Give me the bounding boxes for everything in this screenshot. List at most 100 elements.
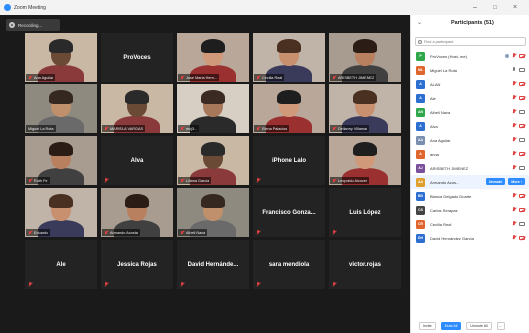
participant-hair bbox=[49, 194, 73, 208]
mic-icon bbox=[512, 67, 516, 72]
participant-row[interactable]: P ProVoces (Host, me) bbox=[411, 49, 529, 63]
video-tile[interactable]: Francisco Gonza... bbox=[253, 188, 325, 237]
participants-title: Participants (51) bbox=[451, 20, 494, 26]
participant-name: Ruth Fe bbox=[34, 178, 48, 183]
video-tile[interactable]: Cecilia Real bbox=[253, 33, 325, 82]
recording-indicator[interactable]: Recording... bbox=[6, 19, 60, 31]
video-tile[interactable]: Elena Palacios bbox=[253, 84, 325, 133]
mic-muted-icon bbox=[512, 53, 516, 58]
video-tile[interactable]: Eduardo bbox=[25, 188, 97, 237]
participant-hair bbox=[49, 90, 73, 104]
participant-row[interactable]: AN Alheli Nava bbox=[411, 105, 529, 119]
video-tile[interactable]: Armando Acosta bbox=[101, 188, 173, 237]
participant-row[interactable]: ML Miguel La Rota bbox=[411, 63, 529, 77]
camera-off-icon bbox=[519, 53, 525, 58]
collapse-chevron-icon[interactable]: ⌄ bbox=[417, 19, 422, 26]
more-options-button[interactable]: ... bbox=[496, 322, 505, 330]
video-tile[interactable]: MARIELA VARGAS bbox=[101, 84, 173, 133]
participant-row[interactable]: CR Cecilia Real bbox=[411, 217, 529, 231]
video-tile[interactable]: ProVoces bbox=[101, 33, 173, 82]
video-tile[interactable]: Jessica Rojas bbox=[101, 240, 173, 289]
video-tile[interactable]: Jose Maria Hern... bbox=[177, 33, 249, 82]
name-tag: MARIELA VARGAS bbox=[102, 125, 146, 132]
avatar: A bbox=[416, 149, 425, 159]
avatar: AA bbox=[416, 177, 425, 187]
camera-off-icon bbox=[519, 123, 525, 128]
participant-row[interactable]: BD Blanca Delgado Duarte bbox=[411, 189, 529, 203]
participant-name: Cecilia Real bbox=[262, 75, 283, 80]
video-tile[interactable]: sara mendiola bbox=[253, 240, 325, 289]
unmute-all-button[interactable]: Unmute All bbox=[466, 322, 492, 330]
participant-list-name: Blanca Delgado Duarte bbox=[430, 193, 472, 199]
participant-row[interactable]: CS Carlos Serapaz bbox=[411, 203, 529, 217]
close-button[interactable]: × bbox=[508, 0, 522, 15]
participant-list-name: Ana Aguilar bbox=[430, 137, 451, 143]
participant-name: Dellanny Villamar bbox=[338, 126, 368, 131]
participant-name: Jose Maria Hern... bbox=[186, 75, 218, 80]
participant-search-input[interactable] bbox=[424, 39, 524, 44]
avatar: A bbox=[416, 121, 425, 131]
participant-status bbox=[512, 221, 525, 226]
maximize-button[interactable]: □ bbox=[488, 0, 502, 15]
avatar: AN bbox=[416, 107, 425, 117]
mic-muted-icon bbox=[512, 151, 516, 156]
invite-button[interactable]: Invite bbox=[419, 322, 436, 330]
camera-off-icon bbox=[519, 95, 525, 100]
mic-muted-icon bbox=[180, 230, 184, 235]
participants-footer: Invite Mute All Unmute All ... bbox=[411, 319, 529, 333]
name-tag: ARISBETH JIMENEZ bbox=[330, 74, 377, 81]
camera-icon bbox=[519, 67, 525, 72]
minimize-button[interactable]: – bbox=[468, 0, 482, 15]
participant-search[interactable] bbox=[415, 37, 526, 46]
name-tag: mcj3... bbox=[178, 125, 200, 132]
video-tile[interactable]: ARISBETH JIMENEZ bbox=[329, 33, 401, 82]
video-tile[interactable]: Ale bbox=[25, 240, 97, 289]
avatar: DH bbox=[416, 233, 425, 243]
avatar: AA bbox=[416, 135, 425, 145]
participant-row[interactable]: DH David Hernández Garcia bbox=[411, 231, 529, 245]
recording-icon bbox=[9, 22, 15, 28]
more-button[interactable]: More › bbox=[508, 178, 525, 185]
participant-name: Alva bbox=[130, 157, 144, 164]
video-tile[interactable]: Miguel La Rota bbox=[25, 84, 97, 133]
unmute-button[interactable]: Unmute bbox=[485, 178, 506, 185]
video-tile[interactable]: Alheli Nava bbox=[177, 188, 249, 237]
video-tile[interactable]: Ruth Fe bbox=[25, 136, 97, 185]
video-tile[interactable]: Leopoldo Alcocer bbox=[329, 136, 401, 185]
video-tile[interactable]: Ana Aguilar bbox=[25, 33, 97, 82]
participant-row[interactable]: A Ale bbox=[411, 91, 529, 105]
participant-name: Francisco Gonza... bbox=[262, 209, 316, 216]
participant-row[interactable]: AA Ana Aguilar bbox=[411, 133, 529, 147]
mic-muted-icon bbox=[512, 207, 516, 212]
participant-name: ARISBETH JIMENEZ bbox=[338, 75, 375, 80]
video-tile[interactable]: David Hernánde... bbox=[177, 240, 249, 289]
camera-off-icon bbox=[519, 151, 525, 156]
video-tile[interactable]: Liliana Garcia bbox=[177, 136, 249, 185]
video-tile[interactable]: Dellanny Villamar bbox=[329, 84, 401, 133]
participant-row[interactable]: AJ ARISBETH JIMENEZ bbox=[411, 161, 529, 175]
mute-all-button[interactable]: Mute All bbox=[440, 322, 462, 330]
participant-status bbox=[512, 207, 525, 212]
participant-name: David Hernánde... bbox=[187, 261, 239, 268]
participant-name: Elena Palacios bbox=[262, 126, 288, 131]
participant-row[interactable]: Aanna bbox=[411, 147, 529, 161]
mic-muted-icon bbox=[512, 95, 516, 100]
video-tile[interactable]: iPhone Lalo bbox=[253, 136, 325, 185]
video-tile[interactable]: victor.rojas bbox=[329, 240, 401, 289]
video-tile[interactable]: Alva bbox=[101, 136, 173, 185]
participant-row[interactable]: A Alva bbox=[411, 119, 529, 133]
participant-row[interactable]: AA Armando Acos... Unmute More › bbox=[411, 175, 529, 189]
mic-muted-icon bbox=[512, 81, 516, 86]
video-tile[interactable]: mcj3... bbox=[177, 84, 249, 133]
video-tile[interactable]: Luis López bbox=[329, 188, 401, 237]
participant-name: iPhone Lalo bbox=[271, 157, 306, 164]
window-title: Zoom Meeting bbox=[14, 4, 46, 11]
name-tag: Armando Acosta bbox=[102, 229, 140, 236]
participant-row[interactable]: A ALAN bbox=[411, 77, 529, 91]
name-tag: Elena Palacios bbox=[254, 125, 290, 132]
name-tag: Leopoldo Alcocer bbox=[330, 177, 370, 184]
participant-status bbox=[512, 123, 525, 128]
mic-muted-icon bbox=[256, 126, 260, 131]
participant-list-name: Ale bbox=[430, 95, 436, 101]
mic-muted-icon bbox=[28, 282, 32, 286]
